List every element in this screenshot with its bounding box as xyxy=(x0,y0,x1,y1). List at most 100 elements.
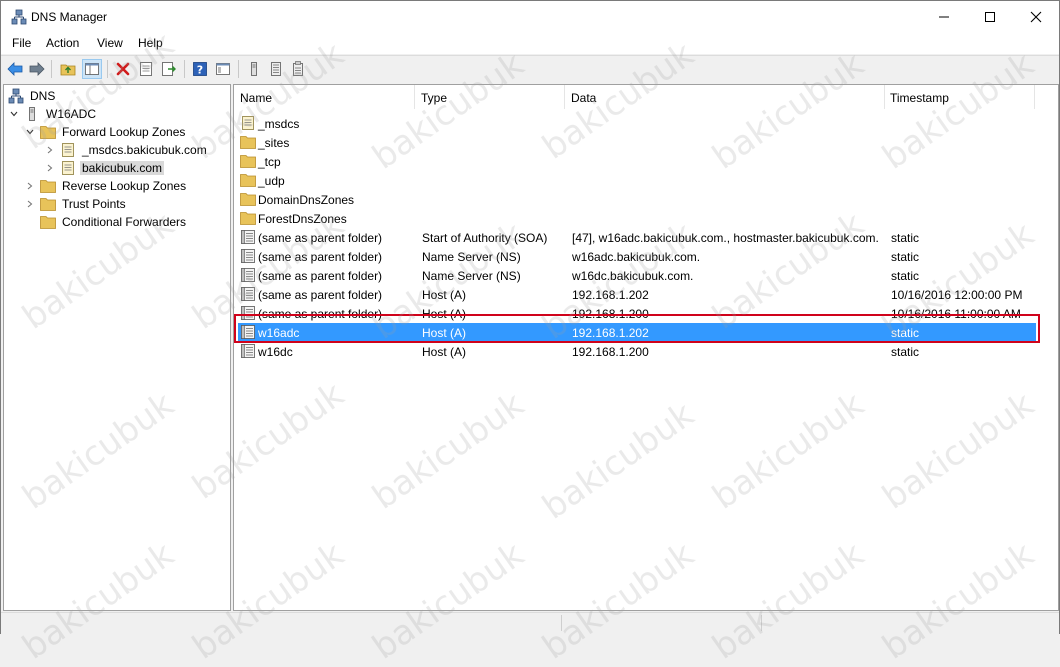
tree-label-forward: Forward Lookup Zones xyxy=(62,125,186,139)
chevron-right-icon[interactable] xyxy=(44,144,56,156)
forward-arrow-icon[interactable] xyxy=(27,59,47,79)
tree-item-reverse-lookup-zones[interactable]: Reverse Lookup Zones xyxy=(24,177,188,195)
minimize-button[interactable] xyxy=(921,1,967,32)
cell-name: _msdcs xyxy=(258,117,300,131)
help-icon[interactable]: ? xyxy=(190,59,210,79)
up-folder-icon[interactable] xyxy=(58,59,78,79)
list-item[interactable]: (same as parent folder) Host (A) 192.168.1… xyxy=(238,304,1036,323)
server-icon[interactable] xyxy=(244,59,264,79)
cell-timestamp: static xyxy=(891,269,920,283)
title-bar[interactable]: DNS Manager xyxy=(1,1,1059,32)
cell-name: (same as parent folder) xyxy=(258,269,383,283)
cell-name: ForestDnsZones xyxy=(258,212,347,226)
back-arrow-icon[interactable] xyxy=(5,59,25,79)
tree-item-trust-points[interactable]: Trust Points xyxy=(24,195,128,213)
zone-file-icon xyxy=(60,142,76,158)
show-hide-tree-icon[interactable] xyxy=(82,59,102,79)
record-icon[interactable] xyxy=(288,59,308,79)
cell-name: _sites xyxy=(258,136,290,150)
list-item[interactable]: ForestDnsZones xyxy=(238,209,1036,228)
cell-type: Name Server (NS) xyxy=(422,250,521,264)
menu-help[interactable]: Help xyxy=(138,36,163,50)
folder-icon xyxy=(40,214,56,230)
tree-label-dns: DNS xyxy=(30,89,56,103)
chevron-right-icon[interactable] xyxy=(44,162,56,174)
toolbar: ? xyxy=(1,55,1059,82)
dns-manager-window: DNS Manager File Action View Help ? DNS … xyxy=(0,0,1060,667)
window-title: DNS Manager xyxy=(31,10,108,24)
dns-icon xyxy=(8,88,24,104)
tree-label-reverse: Reverse Lookup Zones xyxy=(62,179,187,193)
tree-label-trust: Trust Points xyxy=(62,197,126,211)
svg-text:?: ? xyxy=(197,64,203,77)
zone-icon[interactable] xyxy=(266,59,286,79)
list-item-selected[interactable]: w16adc Host (A) 192.168.1.202 static xyxy=(238,323,1036,342)
tree-item-bakicubuk-zone[interactable]: bakicubuk.com xyxy=(44,159,165,177)
list-item[interactable]: (same as parent folder) Start of Authorit… xyxy=(238,228,1036,247)
chevron-down-icon[interactable] xyxy=(24,126,36,138)
cell-timestamp: static xyxy=(891,345,920,359)
folder-icon xyxy=(40,178,56,194)
dns-record-icon xyxy=(240,286,256,302)
column-header-type[interactable]: Type xyxy=(415,85,563,109)
list-item[interactable]: w16dc Host (A) 192.168.1.200 static xyxy=(238,342,1036,361)
column-header-row: Name Type Data Timestamp xyxy=(234,85,1058,109)
zone-file-icon xyxy=(240,115,256,131)
cell-timestamp: static xyxy=(891,250,920,264)
cell-name: (same as parent folder) xyxy=(258,231,383,245)
export-list-icon[interactable] xyxy=(159,59,179,79)
cell-type: Host (A) xyxy=(422,307,467,321)
close-button[interactable] xyxy=(1013,1,1059,32)
maximize-button[interactable] xyxy=(967,1,1013,32)
console-tree-icon[interactable] xyxy=(213,59,233,79)
dns-record-icon xyxy=(240,343,256,359)
tree-label-conditional: Conditional Forwarders xyxy=(62,215,187,229)
menu-file[interactable]: File xyxy=(12,36,31,50)
column-header-name[interactable]: Name xyxy=(234,85,414,109)
properties-icon[interactable] xyxy=(136,59,156,79)
menu-view[interactable]: View xyxy=(97,36,123,50)
cell-name: (same as parent folder) xyxy=(258,288,383,302)
tree-item-server[interactable]: W16ADC xyxy=(8,105,98,123)
delete-icon[interactable] xyxy=(113,59,133,79)
list-item[interactable]: _udp xyxy=(238,171,1036,190)
dns-record-icon xyxy=(240,267,256,283)
cell-data: 192.168.1.202 xyxy=(572,326,649,340)
cell-data: 192.168.1.200 xyxy=(572,307,649,321)
cell-name: w16dc xyxy=(258,345,293,359)
status-bar xyxy=(1,612,1059,634)
dns-record-icon xyxy=(240,229,256,245)
column-header-timestamp[interactable]: Timestamp xyxy=(884,85,1034,109)
cell-type: Host (A) xyxy=(422,326,467,340)
cell-type: Host (A) xyxy=(422,345,467,359)
dns-record-icon xyxy=(240,324,256,340)
cell-type: Start of Authority (SOA) xyxy=(422,231,548,245)
list-item[interactable]: _tcp xyxy=(238,152,1036,171)
column-header-data[interactable]: Data xyxy=(565,85,884,109)
zone-file-icon xyxy=(60,160,76,176)
list-item[interactable]: (same as parent folder) Host (A) 192.168.1… xyxy=(238,285,1036,304)
tree-item-msdcs-zone[interactable]: _msdcs.bakicubuk.com xyxy=(44,141,209,159)
list-item[interactable]: (same as parent folder) Name Server (NS) w… xyxy=(238,266,1036,285)
list-item[interactable]: _msdcs xyxy=(238,114,1036,133)
folder-icon xyxy=(240,172,256,188)
list-item[interactable]: _sites xyxy=(238,133,1036,152)
console-tree-pane[interactable]: DNS W16ADC Forward Lookup Zones _msdcs.b… xyxy=(3,84,231,611)
cell-name: w16adc xyxy=(258,326,300,340)
tree-item-conditional-forwarders[interactable]: Conditional Forwarders xyxy=(24,213,188,231)
list-item[interactable]: DomainDnsZones xyxy=(238,190,1036,209)
tree-item-forward-lookup-zones[interactable]: Forward Lookup Zones xyxy=(24,123,187,141)
list-item[interactable]: (same as parent folder) Name Server (NS) w… xyxy=(238,247,1036,266)
records-list-pane[interactable]: Name Type Data Timestamp _msdcs _sites _tc… xyxy=(233,84,1059,611)
menu-action[interactable]: Action xyxy=(46,36,79,50)
cell-data: 192.168.1.202 xyxy=(572,288,649,302)
chevron-right-icon[interactable] xyxy=(24,198,36,210)
cell-name: _tcp xyxy=(258,155,281,169)
cell-name: (same as parent folder) xyxy=(258,307,383,321)
cell-data: 192.168.1.200 xyxy=(572,345,649,359)
tree-item-dns[interactable]: DNS xyxy=(8,87,57,105)
tree-label-zone: bakicubuk.com xyxy=(80,161,165,175)
chevron-down-icon[interactable] xyxy=(8,108,20,120)
chevron-right-icon[interactable] xyxy=(24,180,36,192)
folder-icon xyxy=(240,210,256,226)
